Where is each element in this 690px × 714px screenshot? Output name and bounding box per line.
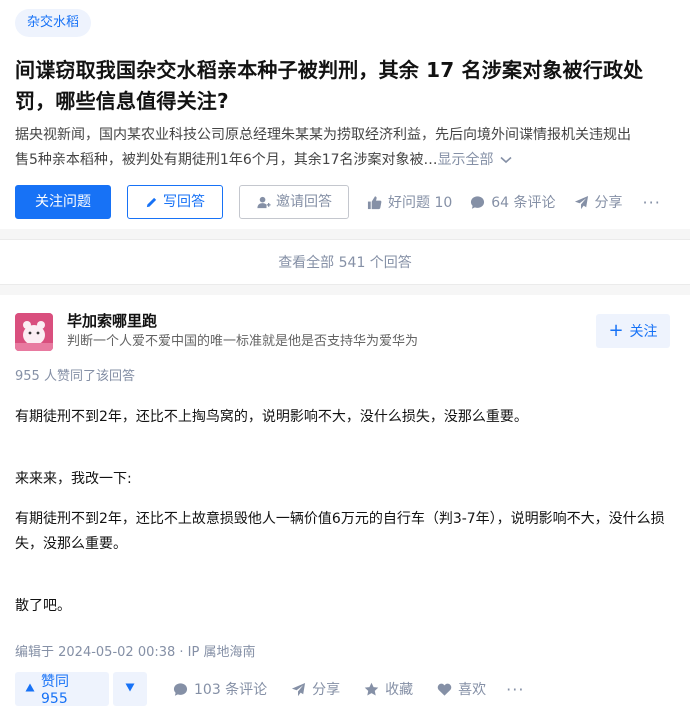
avatar[interactable] <box>15 313 53 351</box>
answer-share-button[interactable]: 分享 <box>291 679 340 699</box>
question-comments-label: 64 条评论 <box>491 195 556 211</box>
follow-author-label: 关注 <box>629 324 658 340</box>
heart-icon <box>437 682 452 697</box>
collect-button[interactable]: 收藏 <box>364 679 413 699</box>
answer-actions: 赞同 955 103 条评论 分享 收藏 喜欢 ··· <box>15 672 675 707</box>
follow-question-button[interactable]: 关注问题 <box>15 185 111 219</box>
chevron-down-icon <box>500 148 512 173</box>
good-question-button[interactable]: 好问题 10 <box>367 192 452 212</box>
question-share-label: 分享 <box>594 195 623 211</box>
comment-icon <box>173 682 188 697</box>
question-card: 杂交水稻 间谍窃取我国杂交水稻亲本种子被判刑，其余 17 名涉案对象被行政处罚，… <box>0 0 690 229</box>
answer-paragraph: 有期徒刑不到2年，还比不上掏鸟窝的，说明影响不大，没什么损失，没那么重要。 <box>15 409 528 425</box>
answer-card: 毕加索哪里跑 判断一个人爱不爱中国的唯一标准就是他是否支持华为爱华为 + 关注 … <box>0 295 690 714</box>
triangle-down-icon <box>125 683 135 695</box>
like-button[interactable]: 喜欢 <box>437 679 486 699</box>
excerpt-line-2: 售5种亲本稻种，被判处有期徒刑1年6个月，其余17名涉案对象被… <box>15 152 438 168</box>
view-all-answers-link[interactable]: 查看全部 541 个回答 <box>0 239 690 285</box>
show-all-label: 显示全部 <box>437 152 494 168</box>
invite-user-icon <box>256 195 271 210</box>
follow-author-button[interactable]: + 关注 <box>596 314 670 348</box>
plus-icon: + <box>608 320 624 341</box>
answer-comments-label: 103 条评论 <box>194 682 268 698</box>
author-bio: 判断一个人爱不爱中国的唯一标准就是他是否支持华为爱华为 <box>67 334 419 349</box>
comment-icon <box>470 195 485 210</box>
question-share-button[interactable]: 分享 <box>574 192 623 212</box>
question-excerpt[interactable]: 据央视新闻，国内某农业科技公司原总经理朱某某为捞取经济利益，先后向境外间谍情报机… <box>15 123 675 173</box>
upvote-label: 赞同 955 <box>41 674 69 707</box>
edit-info: 编辑于 2024-05-02 00:38 · IP 属地海南 <box>15 645 256 660</box>
answer-paragraph: 来来来，我改一下: <box>15 471 132 487</box>
star-icon <box>364 682 379 697</box>
author-info: 毕加索哪里跑 判断一个人爱不爱中国的唯一标准就是他是否支持华为爱华为 <box>67 311 419 352</box>
question-more-button[interactable]: ··· <box>643 193 661 212</box>
answer-comments-button[interactable]: 103 条评论 <box>173 679 267 699</box>
collect-label: 收藏 <box>385 682 414 698</box>
write-answer-button[interactable]: 写回答 <box>127 185 223 219</box>
answer-paragraph: 散了吧。 <box>15 598 71 614</box>
show-all-link[interactable]: 显示全部 <box>438 152 512 168</box>
write-answer-label: 写回答 <box>163 194 205 210</box>
pencil-icon <box>145 196 158 209</box>
answer-body: 有期徒刑不到2年，还比不上掏鸟窝的，说明影响不大，没什么损失，没那么重要。 来来… <box>15 405 675 619</box>
upvote-button[interactable]: 赞同 955 <box>15 672 109 707</box>
question-actions: 关注问题 写回答 邀请回答 好问题 10 64 条评论 分享 ··· <box>15 185 675 219</box>
question-comments-button[interactable]: 64 条评论 <box>470 192 556 212</box>
invite-answer-label: 邀请回答 <box>276 194 332 210</box>
share-icon <box>574 195 589 210</box>
thumbs-up-icon <box>367 195 382 210</box>
topic-tag[interactable]: 杂交水稻 <box>15 9 92 37</box>
answer-author: 毕加索哪里跑 判断一个人爱不爱中国的唯一标准就是他是否支持华为爱华为 <box>15 311 675 353</box>
share-icon <box>291 682 306 697</box>
invite-answer-button[interactable]: 邀请回答 <box>239 185 349 219</box>
like-label: 喜欢 <box>458 682 487 698</box>
good-question-label: 好问题 10 <box>388 195 453 211</box>
question-title[interactable]: 间谍窃取我国杂交水稻亲本种子被判刑，其余 17 名涉案对象被行政处罚，哪些信息值… <box>15 55 675 117</box>
answer-more-button[interactable]: ··· <box>506 680 524 699</box>
triangle-up-icon <box>25 683 35 695</box>
downvote-button[interactable] <box>113 672 147 706</box>
answer-share-label: 分享 <box>312 682 341 698</box>
excerpt-line-1: 据央视新闻，国内某农业科技公司原总经理朱某某为捞取经济利益，先后向境外间谍情报机… <box>15 127 631 143</box>
upvote-info: 955 人赞同了该回答 <box>15 369 135 384</box>
answer-paragraph: 有期徒刑不到2年，还比不上故意损毁他人一辆价值6万元的自行车（判3-7年），说明… <box>15 511 665 552</box>
author-name[interactable]: 毕加索哪里跑 <box>67 311 418 331</box>
